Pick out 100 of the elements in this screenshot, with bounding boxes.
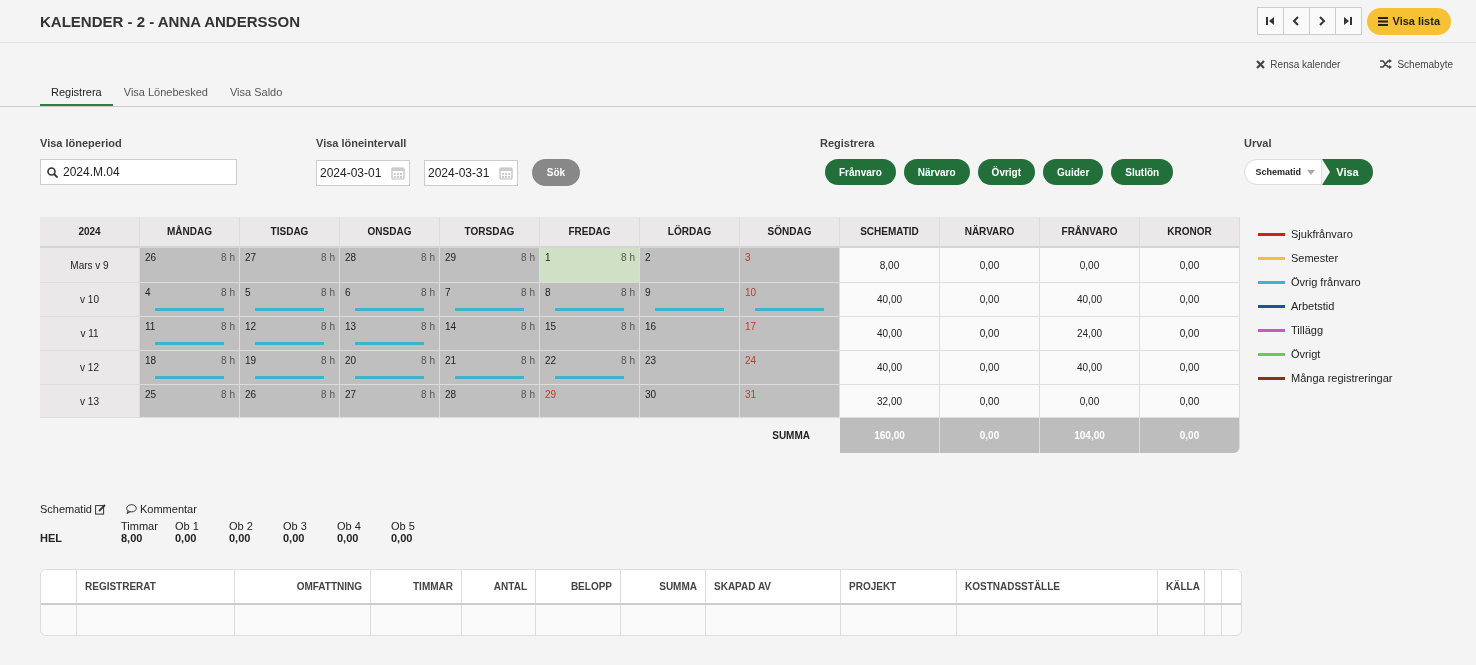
stat-label: Timmar xyxy=(121,520,159,532)
tab[interactable]: Registrera xyxy=(40,79,113,106)
day-number: 20 xyxy=(345,355,357,366)
day-cell[interactable]: 22 8 h xyxy=(540,351,640,385)
day-cell[interactable]: 30 xyxy=(640,385,740,418)
day-cell[interactable]: 21 8 h xyxy=(440,351,540,385)
date-field[interactable]: 2024-03-01 xyxy=(316,159,410,186)
day-cell[interactable]: 1 8 h xyxy=(540,248,640,283)
day-number: 1 xyxy=(545,252,551,263)
column-header: TORSDAG xyxy=(440,217,540,248)
tab[interactable]: Visa Saldo xyxy=(218,79,294,106)
column-header: KÄLLA xyxy=(1158,570,1205,603)
previous-button[interactable] xyxy=(1282,7,1310,35)
day-cell[interactable]: 27 8 h xyxy=(340,385,440,418)
total-cell: 104,00 xyxy=(1040,418,1140,453)
day-cell[interactable]: 12 8 h xyxy=(240,317,340,351)
legend-label: Sjukfrånvaro xyxy=(1291,228,1353,240)
day-number: 13 xyxy=(345,321,357,332)
column-header: SKAPAD AV xyxy=(706,570,841,603)
comment-link[interactable]: Kommentar xyxy=(126,503,197,515)
legend-label: Övrig frånvaro xyxy=(1291,276,1361,288)
selection-dropdown[interactable]: Schematid xyxy=(1244,159,1322,185)
first-page-button[interactable] xyxy=(1256,7,1284,35)
last-page-button[interactable] xyxy=(1334,7,1362,35)
day-cell[interactable]: 2 xyxy=(640,248,740,283)
show-button[interactable]: Visa xyxy=(1322,159,1373,185)
show-list-button[interactable]: Visa lista xyxy=(1366,7,1451,35)
day-number: 19 xyxy=(245,355,257,366)
table-cell: 0,00 xyxy=(940,248,1040,283)
day-number: 26 xyxy=(145,252,157,263)
legend-label: Tillägg xyxy=(1291,324,1323,336)
day-number: 6 xyxy=(345,287,351,298)
day-number: 25 xyxy=(145,389,157,400)
day-number: 29 xyxy=(445,252,457,263)
day-cell[interactable]: 27 8 h xyxy=(240,248,340,283)
tab[interactable]: Visa Lönebesked xyxy=(112,79,219,106)
search-button[interactable]: Sök xyxy=(532,159,580,186)
legend-label: Arbetstid xyxy=(1291,300,1335,312)
table-cell: 0,00 xyxy=(940,317,1040,351)
day-number: 15 xyxy=(545,321,557,332)
calendar-icon xyxy=(499,165,513,180)
table-cell: 0,00 xyxy=(1140,351,1240,385)
day-cell[interactable]: 18 8 h xyxy=(140,351,240,385)
edit-icon xyxy=(95,503,106,515)
day-number: 14 xyxy=(445,321,457,332)
register-button[interactable]: Övrigt xyxy=(977,159,1036,185)
column-header: 2024 xyxy=(40,217,140,248)
scheduled-hours: 8 h xyxy=(221,355,235,366)
date-field[interactable]: 2024-03-31 xyxy=(424,159,518,186)
period-field[interactable]: 2024.M.04 xyxy=(40,159,237,185)
register-button[interactable]: Frånvaro xyxy=(825,159,896,185)
clear-calendar-button[interactable]: Rensa kalender xyxy=(1256,54,1341,74)
day-cell[interactable]: 28 8 h xyxy=(340,248,440,283)
day-cell[interactable]: 29 8 h xyxy=(440,248,540,283)
scheduled-hours: 8 h xyxy=(221,389,235,400)
day-cell[interactable]: 4 8 h xyxy=(140,283,240,317)
day-cell[interactable]: 11 8 h xyxy=(140,317,240,351)
column-header: KOSTNADSSTÄLLE xyxy=(957,570,1158,603)
register-button[interactable]: Slutlön xyxy=(1111,159,1174,185)
scheduled-hours: 8 h xyxy=(521,321,535,332)
column-header: TIMMAR xyxy=(371,570,462,603)
day-number: 23 xyxy=(645,355,657,366)
scheduled-hours: 8 h xyxy=(321,355,335,366)
register-button[interactable]: Guider xyxy=(1043,159,1104,185)
day-cell[interactable]: 9 xyxy=(640,283,740,317)
day-cell[interactable]: 14 8 h xyxy=(440,317,540,351)
day-number: 10 xyxy=(745,287,757,298)
register-button[interactable]: Närvaro xyxy=(903,159,970,185)
day-cell[interactable]: 23 xyxy=(640,351,740,385)
day-number: 12 xyxy=(245,321,257,332)
day-number: 2 xyxy=(645,252,651,263)
scheduled-hours: 8 h xyxy=(321,287,335,298)
day-number: 30 xyxy=(645,389,657,400)
day-cell[interactable]: 6 8 h xyxy=(340,283,440,317)
schedule-change-button[interactable]: Schemabyte xyxy=(1380,54,1453,74)
stat-value: 0,00 xyxy=(229,532,252,544)
day-cell[interactable]: 28 8 h xyxy=(440,385,540,418)
table-cell: 40,00 xyxy=(1040,283,1140,317)
day-number: 26 xyxy=(245,389,257,400)
skip-end-icon xyxy=(1343,16,1353,26)
chevron-left-icon xyxy=(1291,16,1301,26)
column-header: MÅNDAG xyxy=(140,217,240,248)
scheduled-hours: 8 h xyxy=(421,389,435,400)
day-cell[interactable]: 26 8 h xyxy=(240,385,340,418)
day-cell[interactable]: 8 8 h xyxy=(540,283,640,317)
schedule-link[interactable]: Schematid xyxy=(40,503,106,515)
day-cell[interactable]: 20 8 h xyxy=(340,351,440,385)
next-button[interactable] xyxy=(1308,7,1336,35)
day-cell[interactable]: 26 8 h xyxy=(140,248,240,283)
day-cell[interactable]: 15 8 h xyxy=(540,317,640,351)
day-cell[interactable]: 16 xyxy=(640,317,740,351)
column-header: SÖNDAG xyxy=(740,217,840,248)
day-cell[interactable]: 5 8 h xyxy=(240,283,340,317)
day-cell[interactable]: 19 8 h xyxy=(240,351,340,385)
day-cell[interactable]: 25 8 h xyxy=(140,385,240,418)
table-cell: 0,00 xyxy=(940,385,1040,418)
day-cell[interactable]: 13 8 h xyxy=(340,317,440,351)
column-header: PROJEKT xyxy=(841,570,957,603)
section-label: Urval xyxy=(1244,136,1273,151)
day-cell[interactable]: 7 8 h xyxy=(440,283,540,317)
